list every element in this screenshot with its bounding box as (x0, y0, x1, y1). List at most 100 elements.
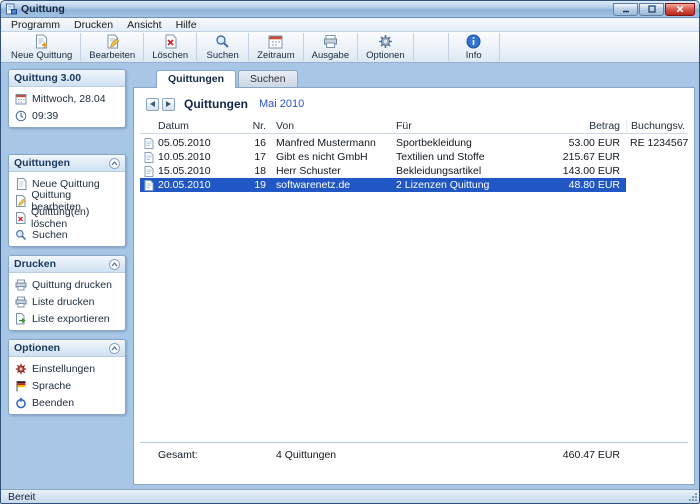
cell-buchungsv (626, 164, 688, 178)
cell-von: Manfred Mustermann (272, 136, 396, 150)
collapse-icon[interactable] (109, 158, 120, 169)
delete-icon (163, 34, 178, 49)
toolbar-button-label: Zeitraum (257, 50, 294, 61)
cell-datum: 20.05.2010 (158, 178, 236, 192)
resize-grip[interactable] (688, 492, 697, 501)
toolbar-zeitraum-button[interactable]: Zeitraum (249, 33, 303, 61)
search-icon (215, 34, 230, 49)
power-icon (15, 397, 27, 409)
toolbar-bearbeiten-button[interactable]: Bearbeiten (81, 33, 144, 61)
column-betrag[interactable]: Betrag (548, 120, 626, 132)
table-footer: Gesamt: 4 Quittungen 460.47 EUR (140, 442, 688, 462)
cell-von: Herr Schuster (272, 164, 396, 178)
table-row[interactable]: 05.05.2010 16 Manfred Mustermann Sportbe… (140, 136, 688, 150)
footer-total: 460.47 EUR (548, 448, 626, 462)
toolbar-neue-quittung-button[interactable]: Neue Quittung (3, 33, 81, 61)
receipt-icon (140, 164, 158, 178)
toolbar-button-label: Löschen (152, 50, 188, 61)
calendar-icon (15, 93, 27, 105)
prev-month-button[interactable] (146, 98, 159, 111)
menu-programm[interactable]: Programm (4, 19, 67, 31)
settings-icon (15, 363, 27, 375)
section-quittungen-header[interactable]: Quittungen (9, 155, 125, 172)
app-window: Quittung Programm Drucken Ansicht Hilfe … (0, 0, 700, 504)
column-fuer[interactable]: Für (396, 120, 548, 132)
sidebar-item-liste-exportieren[interactable]: Liste exportieren (9, 310, 125, 327)
sidebar-item-quittung-drucken[interactable]: Quittung drucken (9, 276, 125, 293)
menu-hilfe[interactable]: Hilfe (169, 19, 204, 31)
sidebar-item-label: Liste drucken (32, 296, 94, 308)
section-drucken-header[interactable]: Drucken (9, 256, 125, 273)
toolbar-optionen-button[interactable]: Optionen (358, 33, 414, 61)
table-row[interactable]: 10.05.2010 17 Gibt es nicht GmbH Textili… (140, 150, 688, 164)
options-icon (378, 34, 393, 49)
printer-icon (15, 279, 27, 291)
window-controls (613, 3, 695, 16)
toolbar-button-label: Bearbeiten (89, 50, 135, 61)
toolbar-info-button[interactable]: Info (448, 33, 500, 61)
tab-suchen[interactable]: Suchen (238, 70, 298, 87)
column-buchungsv[interactable]: Buchungsv. (626, 120, 688, 132)
toolbar-suchen-button[interactable]: Suchen (197, 33, 249, 61)
sidebar-item-quittungen-loeschen[interactable]: Quittung(en) löschen (9, 209, 125, 226)
info-icon (466, 34, 481, 49)
table-row[interactable]: 15.05.2010 18 Herr Schuster Bekleidungsa… (140, 164, 688, 178)
maximize-button[interactable] (639, 3, 664, 16)
menubar: Programm Drucken Ansicht Hilfe (1, 18, 699, 32)
footer-spacer (236, 448, 272, 462)
receipt-icon (140, 150, 158, 164)
close-button[interactable] (665, 3, 695, 16)
app-icon (5, 3, 17, 15)
toolbar-loeschen-button[interactable]: Löschen (144, 33, 197, 61)
column-nr[interactable]: Nr. (236, 120, 272, 132)
toolbar-ausgabe-button[interactable]: Ausgabe (304, 33, 359, 61)
toolbar: Neue Quittung Bearbeiten Löschen Suchen … (1, 32, 699, 63)
cell-von: softwarenetz.de (272, 178, 396, 192)
next-month-button[interactable] (162, 98, 175, 111)
app-version-label: Quittung 3.00 (14, 72, 81, 84)
current-time: 09:39 (9, 107, 125, 124)
content-area: Quittung 3.00 Mittwoch, 28.04 09:39 (1, 63, 699, 489)
calendar-icon (268, 34, 283, 49)
arrow-left-icon (150, 101, 155, 107)
sidebar-item-beenden[interactable]: Beenden (9, 394, 125, 411)
section-drucken: Drucken Quittung drucken Liste drucken (8, 255, 126, 331)
status-text: Bereit (8, 491, 35, 503)
minimize-button[interactable] (613, 3, 638, 16)
sidebar-item-sprache[interactable]: Sprache (9, 377, 125, 394)
cell-fuer: Bekleidungsartikel (396, 164, 548, 178)
page-title: Quittungen (184, 97, 248, 111)
sidebar-item-liste-drucken[interactable]: Liste drucken (9, 293, 125, 310)
collapse-icon[interactable] (109, 343, 120, 354)
menu-drucken[interactable]: Drucken (67, 19, 120, 31)
delete-icon (15, 212, 26, 224)
receipt-icon (140, 178, 158, 192)
about-header: Quittung 3.00 (9, 70, 125, 87)
cell-fuer: 2 Lizenzen Quittung (396, 178, 548, 192)
period-link[interactable]: Mai 2010 (259, 98, 304, 110)
sidebar-item-label: Sprache (32, 380, 71, 392)
cell-datum: 15.05.2010 (158, 164, 236, 178)
clock-icon (15, 110, 27, 122)
tab-quittungen[interactable]: Quittungen (156, 70, 236, 88)
cell-fuer: Textilien und Stoffe (396, 150, 548, 164)
sidebar-item-label: Suchen (32, 229, 68, 241)
current-date: Mittwoch, 28.04 (9, 90, 125, 107)
toolbar-button-label: Suchen (207, 50, 239, 61)
table-row-selected[interactable]: 20.05.2010 19 softwarenetz.de 2 Lizenzen… (140, 178, 688, 192)
tab-bar: Quittungen Suchen (133, 69, 695, 87)
printer-icon (15, 296, 27, 308)
footer-spacer (396, 448, 548, 462)
cell-nr: 17 (236, 150, 272, 164)
section-optionen-header[interactable]: Optionen (9, 340, 125, 357)
sidebar-item-label: Einstellungen (32, 363, 95, 375)
section-optionen: Optionen Einstellungen Sprache (8, 339, 126, 415)
menu-ansicht[interactable]: Ansicht (120, 19, 168, 31)
arrow-right-icon (166, 101, 171, 107)
sidebar-item-einstellungen[interactable]: Einstellungen (9, 360, 125, 377)
column-datum[interactable]: Datum (158, 120, 236, 132)
export-icon (15, 313, 27, 325)
column-von[interactable]: Von (272, 120, 396, 132)
table-header: Datum Nr. Von Für Betrag Buchungsv. (140, 119, 688, 134)
collapse-icon[interactable] (109, 259, 120, 270)
